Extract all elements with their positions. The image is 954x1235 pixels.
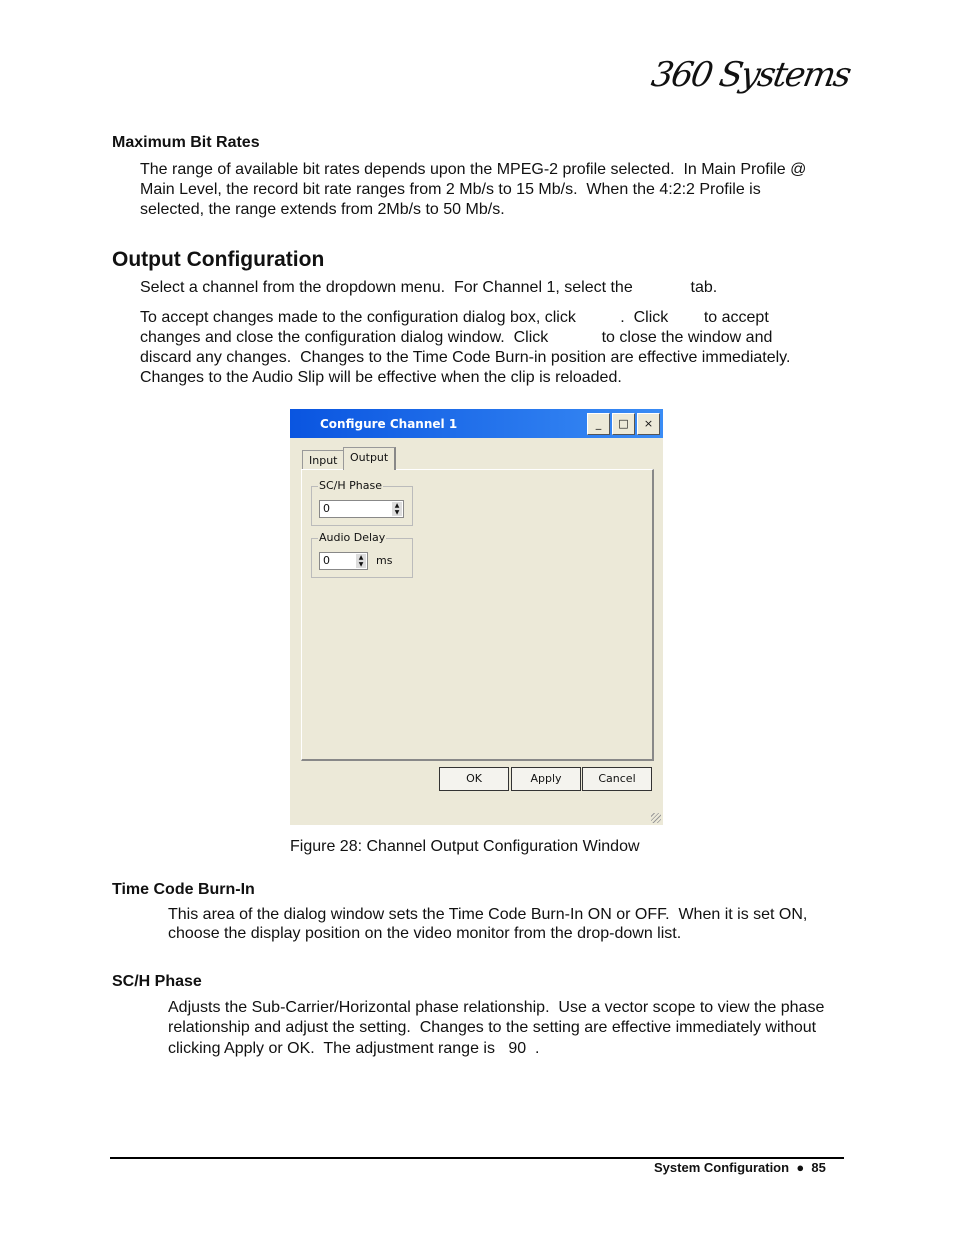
audio-delay-spinner[interactable]: 0 ▲ ▼ [319, 552, 368, 570]
ok-button[interactable]: OK [439, 767, 509, 791]
audio-delay-unit: ms [376, 554, 393, 567]
paragraph-line: discard any changes. Changes to the Time… [140, 349, 791, 366]
sch-phase-label: SC/H Phase [318, 479, 383, 492]
heading-time-code-burn-in: Time Code Burn-In [112, 881, 255, 898]
spinner-arrows-icon[interactable]: ▲ ▼ [356, 554, 366, 568]
document-page: 360 Systems Maximum Bit Rates The range … [0, 0, 954, 1235]
paragraph-line: The range of available bit rates depends… [140, 161, 807, 178]
title-bar: Configure Channel 1 _ □ × [290, 409, 663, 438]
apply-button[interactable]: Apply [511, 767, 581, 791]
paragraph-line: Select a channel from the dropdown menu.… [140, 279, 718, 296]
paragraph-line: choose the display position on the video… [168, 925, 682, 942]
cancel-button[interactable]: Cancel [582, 767, 652, 791]
resize-grip-icon[interactable] [651, 813, 661, 823]
audio-delay-group: Audio Delay 0 ▲ ▼ ms [311, 531, 413, 578]
paragraph-line: To accept changes made to the configurat… [140, 309, 769, 326]
heading-sch-phase: SC/H Phase [112, 973, 202, 990]
close-button[interactable]: × [637, 413, 660, 435]
maximize-button[interactable]: □ [612, 413, 635, 435]
company-logo: 360 Systems [648, 55, 853, 95]
tab-input[interactable]: Input [302, 450, 345, 470]
audio-delay-label: Audio Delay [318, 531, 387, 544]
dialog-title: Configure Channel 1 [320, 417, 458, 431]
paragraph-line: This area of the dialog window sets the … [168, 906, 808, 923]
paragraph-line: Main Level, the record bit rate ranges f… [140, 181, 761, 198]
figure-caption: Figure 28: Channel Output Configuration … [290, 838, 640, 855]
tab-output[interactable]: Output [343, 447, 397, 470]
bullet-icon: ● [796, 1160, 805, 1175]
paragraph-line: Adjusts the Sub-Carrier/Horizontal phase… [168, 999, 825, 1016]
spinner-arrows-icon[interactable]: ▲ ▼ [392, 502, 402, 516]
minimize-button[interactable]: _ [587, 413, 610, 435]
audio-delay-value: 0 [323, 554, 330, 567]
paragraph-line: changes and close the configuration dial… [140, 329, 773, 346]
footer: System Configuration ● 85 [654, 1158, 826, 1178]
sch-phase-spinner[interactable]: 0 ▲ ▼ [319, 500, 404, 518]
sch-phase-value: 0 [323, 502, 330, 515]
heading-output-configuration: Output Configuration [112, 248, 325, 271]
paragraph-line: relationship and adjust the setting. Cha… [168, 1019, 817, 1036]
paragraph-line: clicking Apply or OK. The adjustment ran… [168, 1040, 540, 1057]
output-tab-panel: SC/H Phase 0 ▲ ▼ Audio Delay 0 ▲ ▼ ms [301, 469, 654, 761]
paragraph-line: selected, the range extends from 2Mb/s t… [140, 201, 505, 218]
sch-phase-group: SC/H Phase 0 ▲ ▼ [311, 479, 413, 526]
page-number: 85 [811, 1160, 826, 1175]
configure-channel-dialog-screenshot: Configure Channel 1 _ □ × Input Output S… [290, 409, 663, 825]
paragraph-line: Changes to the Audio Slip will be effect… [140, 369, 622, 386]
heading-max-bit-rates: Maximum Bit Rates [112, 134, 260, 151]
footer-section: System Configuration [654, 1160, 790, 1175]
